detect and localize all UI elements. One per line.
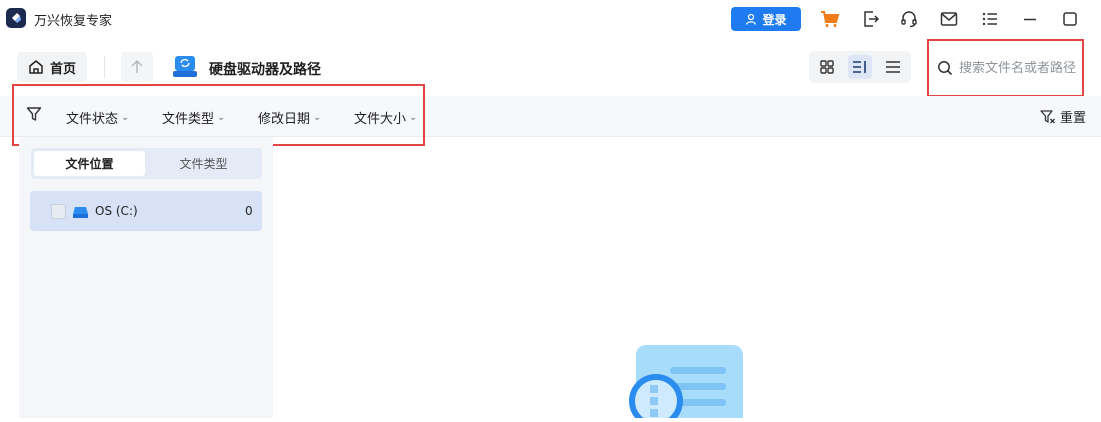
grid-view-icon[interactable]	[815, 55, 839, 79]
export-icon[interactable]	[860, 8, 882, 30]
app-title: 万兴恢复专家	[34, 14, 113, 29]
home-button[interactable]: 首页	[17, 52, 87, 82]
list-view-icon[interactable]	[881, 55, 905, 79]
detail-view-icon[interactable]	[848, 55, 872, 79]
tab-label: 文件类型	[179, 157, 228, 171]
minimize-icon[interactable]	[1019, 8, 1041, 30]
disk-icon	[72, 204, 89, 218]
login-button[interactable]: 登录	[731, 7, 801, 31]
view-mode-switch	[809, 51, 911, 83]
hard-drive-icon	[172, 55, 198, 79]
up-arrow-button[interactable]	[121, 52, 153, 82]
arrow-up-icon	[131, 59, 143, 73]
clear-filter-icon	[1040, 109, 1055, 123]
app-logo-icon	[6, 8, 26, 28]
menu-icon[interactable]	[979, 8, 1001, 30]
login-label: 登录	[762, 12, 787, 27]
cart-icon[interactable]	[819, 8, 841, 30]
tab-file-type[interactable]: 文件类型	[148, 151, 259, 176]
empty-search-illustration	[628, 345, 748, 422]
home-icon	[29, 60, 43, 74]
drive-count: 0	[245, 204, 253, 218]
drive-label: OS (C:)	[95, 204, 138, 218]
maximize-icon[interactable]	[1059, 8, 1081, 30]
user-icon	[746, 13, 757, 25]
headset-icon[interactable]	[898, 8, 920, 30]
tab-label: 文件位置	[65, 157, 114, 171]
sidebar	[19, 137, 273, 418]
drive-checkbox[interactable]	[51, 204, 66, 219]
reset-filter-button[interactable]: 重置	[1040, 107, 1086, 126]
breadcrumb-title: 硬盘驱动器及路径	[209, 62, 321, 78]
search-highlight-box	[927, 39, 1084, 97]
home-label: 首页	[49, 61, 76, 77]
mail-icon[interactable]	[938, 8, 960, 30]
tab-file-location[interactable]: 文件位置	[34, 151, 145, 176]
nav-divider	[104, 56, 105, 78]
reset-label: 重置	[1060, 111, 1087, 126]
